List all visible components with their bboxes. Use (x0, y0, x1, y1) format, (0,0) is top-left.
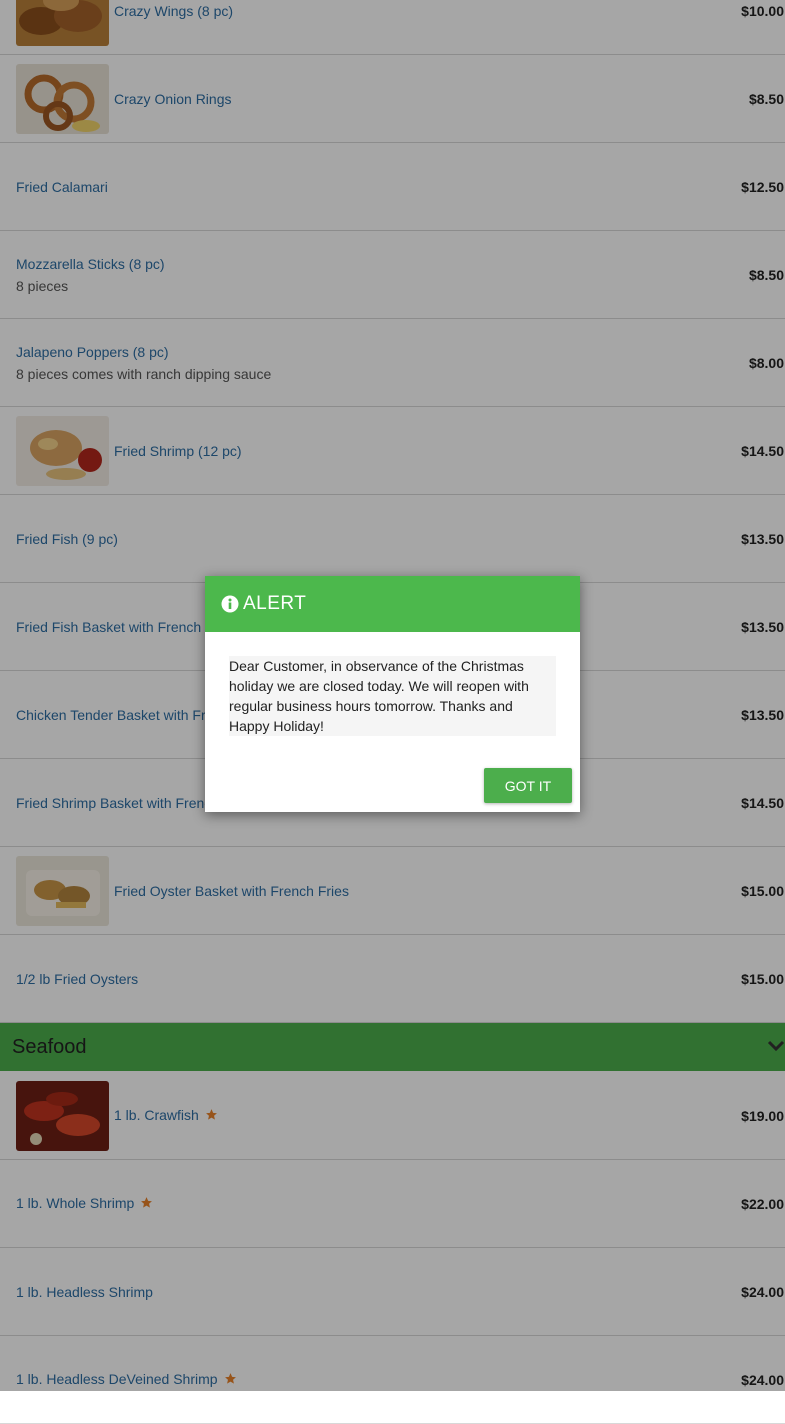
alert-message: Dear Customer, in observance of the Chri… (229, 656, 556, 736)
alert-dialog: ALERT Dear Customer, in observance of th… (205, 576, 580, 812)
got-it-button[interactable]: GOT IT (484, 768, 572, 803)
alert-header: ALERT (205, 576, 580, 632)
info-circle-icon (221, 595, 239, 618)
alert-title: ALERT (243, 593, 307, 614)
